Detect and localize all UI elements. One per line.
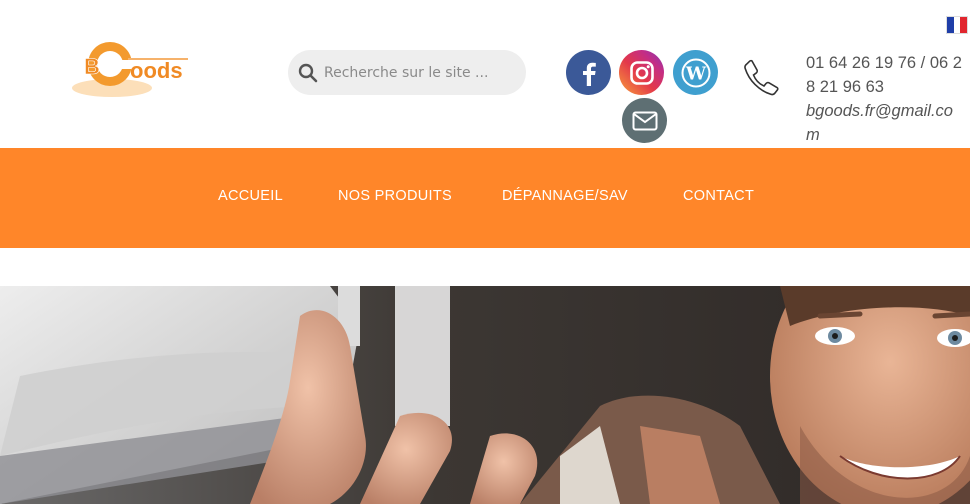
phone-numbers: 01 64 26 19 76 / 06 28 21 96 63 bbox=[806, 54, 962, 96]
hero-photo bbox=[0, 286, 970, 504]
facebook-button[interactable] bbox=[566, 50, 611, 95]
contact-info: 01 64 26 19 76 / 06 28 21 96 63 bgoods.f… bbox=[806, 51, 966, 147]
main-navigation: ACCUEIL NOS PRODUITS DÉPANNAGE/SAV CONTA… bbox=[0, 148, 970, 248]
wordpress-button[interactable]: W bbox=[673, 50, 718, 95]
logo-oods: oods bbox=[130, 58, 183, 83]
instagram-button[interactable] bbox=[619, 50, 664, 95]
nav-item-depannage-sav[interactable]: DÉPANNAGE/SAV bbox=[502, 188, 628, 204]
email-button[interactable] bbox=[622, 98, 667, 143]
logo-b: B bbox=[84, 54, 100, 79]
search-icon[interactable] bbox=[298, 63, 318, 83]
search-input[interactable] bbox=[324, 65, 514, 81]
envelope-icon bbox=[632, 111, 658, 131]
bgoods-logo[interactable]: B oods bbox=[70, 38, 195, 100]
nav-item-accueil[interactable]: ACCUEIL bbox=[218, 188, 283, 204]
svg-text:W: W bbox=[684, 63, 706, 84]
search-bar[interactable] bbox=[288, 50, 526, 95]
hero-banner bbox=[0, 286, 970, 504]
instagram-icon bbox=[629, 60, 655, 86]
france-flag-icon[interactable] bbox=[946, 16, 968, 34]
facebook-icon bbox=[578, 60, 600, 86]
wordpress-icon: W bbox=[681, 58, 711, 88]
phone-icon bbox=[743, 58, 779, 96]
contact-email[interactable]: bgoods.fr@gmail.com bbox=[806, 99, 966, 147]
nav-item-nos-produits[interactable]: NOS PRODUITS bbox=[338, 188, 452, 204]
nav-item-contact[interactable]: CONTACT bbox=[683, 188, 754, 204]
